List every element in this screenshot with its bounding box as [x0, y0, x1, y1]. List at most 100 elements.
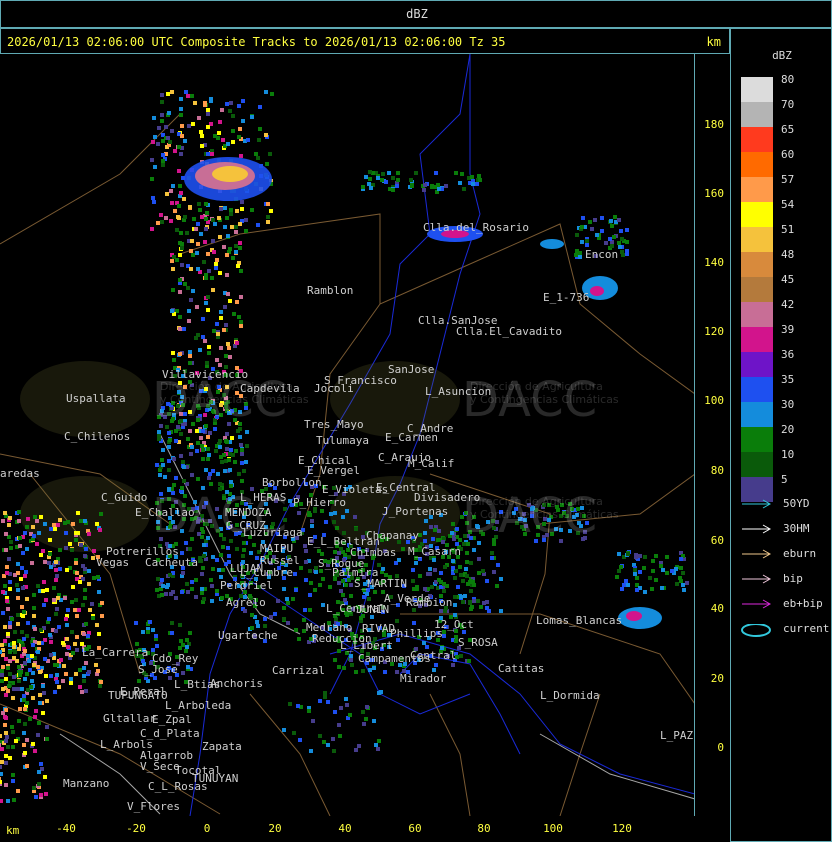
- place-label: J_Portenas: [382, 505, 449, 518]
- legend-level-label: 54: [781, 198, 795, 211]
- track-legend-item: 50YD: [741, 497, 831, 511]
- track-legend-label: bip: [783, 572, 803, 585]
- legend-swatch: [741, 277, 773, 302]
- place-label: Cacheuta: [145, 556, 198, 569]
- legend-swatch: [741, 327, 773, 352]
- window-title: dBZ: [406, 7, 428, 21]
- legend-swatch: [741, 402, 773, 427]
- place-label: Carrizal: [272, 664, 325, 677]
- track-arrow-icon: [742, 499, 772, 509]
- place-label: Tres_Mayo: [304, 418, 364, 431]
- track-legend-label: 30HM: [783, 522, 810, 535]
- place-label: V_Seco: [140, 760, 180, 773]
- x-tick-label: 60: [408, 822, 422, 835]
- legend-level-label: 5: [781, 473, 788, 486]
- place-label: Uspallata: [66, 392, 126, 405]
- legend-level-label: 20: [781, 423, 795, 436]
- y-axis: 180 160 140 120 100 80 60 40 20 0: [695, 54, 730, 816]
- track-legend-label: current: [783, 622, 830, 635]
- x-axis-unit: km: [6, 824, 20, 837]
- track-arrow-icon: [742, 524, 772, 534]
- place-label: L_Libert: [340, 639, 393, 652]
- place-label: Vegas: [96, 556, 130, 569]
- place-label: Lomas_Blancas: [536, 614, 623, 627]
- place-label: Ramblon: [307, 284, 354, 297]
- composite-tracks-header: 2026/01/13 02:06:00 UTC Composite Tracks…: [7, 35, 506, 49]
- place-label: Borbollon: [262, 476, 322, 489]
- x-tick-label: 100: [543, 822, 563, 835]
- place-label: C_Guido: [101, 491, 148, 504]
- place-label: JUNIN: [356, 603, 390, 616]
- track-legend-item: eb+bip: [741, 597, 831, 611]
- legend-swatch: [741, 77, 773, 102]
- legend-swatch: [741, 152, 773, 177]
- watermark-line: Dirección de Agricultura: [470, 495, 603, 508]
- track-legend-label: eburn: [783, 547, 817, 560]
- place-label: Central: [410, 649, 457, 662]
- watermark-line: y Contingencias Climáticas: [470, 508, 619, 521]
- y-tick-label: 20: [710, 672, 724, 685]
- track-arrow-icon: [742, 599, 772, 609]
- y-tick-label: 0: [717, 741, 724, 754]
- legend-level-label: 65: [781, 123, 795, 136]
- place-label: Divisadero: [414, 491, 481, 504]
- place-label: Ugarteche: [218, 629, 278, 642]
- track-legend-item: bip: [741, 572, 831, 586]
- place-label: Capdevila: [240, 382, 300, 395]
- place-label: E_Challao: [135, 506, 195, 519]
- legend-swatch: [741, 102, 773, 127]
- radar-map[interactable]: DACC DACC DACC DACC Dirección de Agricul…: [0, 54, 695, 816]
- place-label: 12_Oct: [434, 618, 474, 631]
- place-label: E_Zpal: [152, 713, 192, 726]
- x-axis: km -40 -20 0 20 40 60 80 100 120: [0, 816, 730, 842]
- place-label: P_Hierro: [293, 496, 346, 509]
- x-tick-label: -40: [56, 822, 76, 835]
- place-label: M_Calif: [408, 457, 455, 470]
- dbz-color-scale: [741, 77, 773, 502]
- x-tick-label: 40: [338, 822, 352, 835]
- place-label: Rambion: [406, 596, 453, 609]
- place-label: E_Vergel: [307, 464, 360, 477]
- place-label: Gltallar: [103, 712, 156, 725]
- place-label: E_Carmen: [385, 431, 438, 444]
- legend-title: dBZ: [772, 49, 792, 62]
- legend-level-label: 39: [781, 323, 795, 336]
- header-unit: km: [706, 35, 721, 49]
- legend-swatch: [741, 202, 773, 227]
- x-tick-label: -20: [126, 822, 146, 835]
- place-label: Luzuriaga: [243, 526, 303, 539]
- y-tick-label: 60: [710, 534, 724, 547]
- place-label: Tulumaya: [316, 434, 369, 447]
- legend-panel: dBZ 80 70 65 60 57 54 51 48 45 42 39 36 35 30 20 10 5 50…: [730, 28, 832, 842]
- place-label: L_Cumbre: [240, 566, 293, 579]
- place-label: Villavicencio: [162, 368, 249, 381]
- place-label: S_ROSA: [458, 636, 498, 649]
- place-label: L_HERAS: [240, 491, 287, 504]
- legend-level-label: 70: [781, 98, 795, 111]
- legend-swatch: [741, 352, 773, 377]
- legend-level-label: 60: [781, 148, 795, 161]
- legend-swatch: [741, 127, 773, 152]
- place-label: aredas: [0, 467, 40, 480]
- track-arrow-icon: [742, 574, 772, 584]
- legend-level-label: 10: [781, 448, 795, 461]
- legend-swatch: [741, 377, 773, 402]
- place-label: Encon: [585, 248, 619, 261]
- place-label: La_Carrera: [82, 646, 149, 659]
- place-label: Anchoris: [210, 677, 263, 690]
- place-label: Manzano: [63, 777, 110, 790]
- place-label: S_Jose: [138, 663, 178, 676]
- legend-level-label: 30: [781, 398, 795, 411]
- legend-swatch: [741, 452, 773, 477]
- place-label: C_L_Rosas: [148, 780, 208, 793]
- y-tick-label: 160: [704, 187, 724, 200]
- place-label: MAIPU: [260, 542, 294, 555]
- place-label: L_Asuncion: [425, 385, 492, 398]
- place-label: L_Dormida: [540, 689, 600, 702]
- watermark-line: y Contingencias Climáticas: [470, 393, 619, 406]
- legend-swatch: [741, 177, 773, 202]
- legend-swatch: [741, 302, 773, 327]
- track-legend-item: eburn: [741, 547, 831, 561]
- y-tick-label: 40: [710, 602, 724, 615]
- place-label: Jocoli: [314, 382, 354, 395]
